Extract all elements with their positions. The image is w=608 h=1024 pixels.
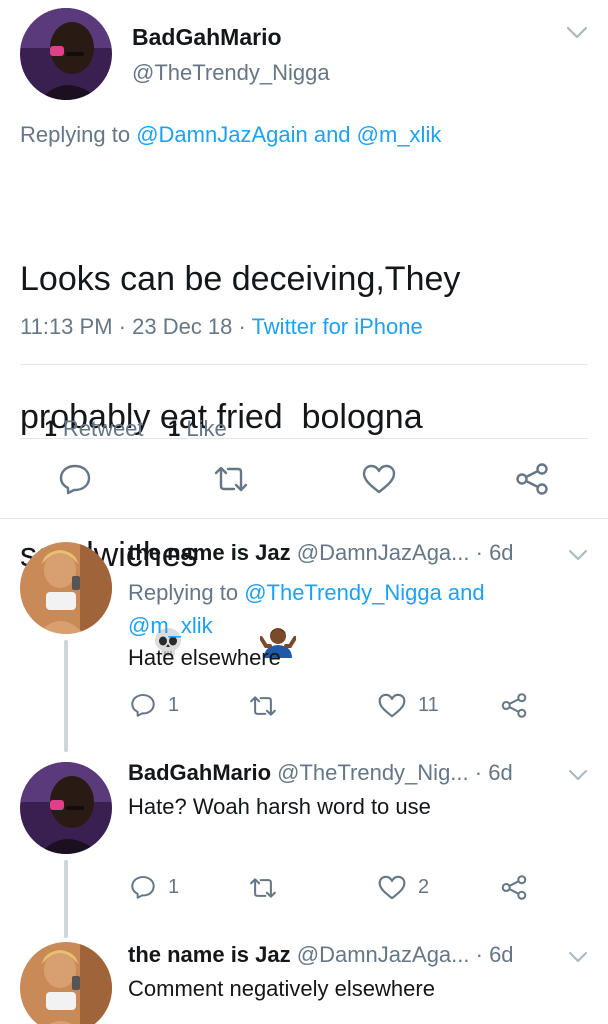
reply-button[interactable]: [58, 462, 92, 496]
reply-user-link[interactable]: @m_xlik: [128, 613, 213, 638]
author-name[interactable]: the name is Jaz: [128, 540, 291, 565]
like-button[interactable]: [362, 464, 396, 494]
share-button[interactable]: [500, 874, 528, 901]
author-name[interactable]: BadGahMario: [132, 24, 282, 51]
chevron-down-icon[interactable]: [568, 950, 588, 968]
reply-icon: [131, 876, 155, 899]
reply-icon: [131, 694, 155, 717]
like-button[interactable]: 11: [378, 693, 439, 718]
tweet-timestamp: 11:13 PM · 23 Dec 18 · Twitter for iPhon…: [20, 314, 423, 339]
like-count: 11: [418, 694, 439, 716]
tweet-date[interactable]: 23 Dec 18: [132, 314, 232, 339]
tweet-text: Hate? Woah harsh word to use: [128, 794, 431, 819]
like-button[interactable]: 2: [378, 875, 429, 900]
divider: [20, 364, 588, 365]
replying-to: Replying to @DamnJazAgain and @m_xlik: [20, 122, 441, 148]
author-handle[interactable]: @TheTrendy_Nigga: [132, 60, 330, 86]
thread-line: [64, 640, 68, 752]
reply-user-link[interactable]: @DamnJazAgain: [136, 122, 308, 147]
engagement-stats: 1 Retweet 1 Like: [20, 390, 226, 468]
tweet-age: · 6d: [475, 540, 514, 565]
divider: [0, 518, 608, 519]
thread-line: [64, 860, 68, 938]
retweet-button[interactable]: [248, 694, 278, 718]
reply-header: BadGahMario @TheTrendy_Nig... · 6d: [128, 760, 513, 786]
chevron-down-icon[interactable]: [568, 548, 588, 566]
author-handle[interactable]: @DamnJazAga...: [297, 540, 470, 565]
reply-and: and: [307, 122, 357, 147]
avatar[interactable]: [20, 542, 112, 634]
reply-header: the name is Jaz @DamnJazAga... · 6d: [128, 942, 514, 968]
author-name[interactable]: the name is Jaz: [128, 942, 291, 967]
retweet-icon: [250, 878, 276, 898]
replying-to: Replying to @TheTrendy_Nigga and @m_xlik: [128, 580, 485, 638]
avatar[interactable]: [20, 762, 112, 854]
author-name[interactable]: BadGahMario: [128, 760, 271, 785]
chevron-down-icon[interactable]: [568, 768, 588, 786]
reply-button[interactable]: 1: [130, 874, 179, 900]
chevron-down-icon[interactable]: [566, 26, 588, 45]
heart-icon: [378, 875, 406, 900]
tweet-text: Hate elsewhere: [128, 645, 281, 670]
share-button[interactable]: [514, 462, 550, 496]
like-count: 2: [418, 876, 430, 898]
share-button[interactable]: [500, 692, 528, 719]
retweet-button[interactable]: [212, 464, 250, 494]
retweet-button[interactable]: [248, 876, 278, 900]
retweet-icon: [250, 696, 276, 716]
share-icon: [501, 875, 527, 900]
heart-icon: [378, 693, 406, 718]
author-handle[interactable]: @TheTrendy_Nig...: [277, 760, 468, 785]
share-icon: [516, 463, 548, 495]
avatar[interactable]: [20, 942, 112, 1024]
reply-count: 1: [168, 875, 180, 898]
retweet-icon: [214, 466, 248, 492]
reply-header: the name is Jaz @DamnJazAga... · 6d: [128, 540, 514, 566]
reply-icon: [59, 464, 91, 495]
heart-icon: [362, 464, 396, 494]
tweet-text-line: Looks can be deceiving,They: [20, 260, 461, 298]
reply-count: 1: [168, 693, 180, 716]
tweet-source[interactable]: Twitter for iPhone: [252, 314, 423, 339]
tweet-age: · 6d: [474, 760, 513, 785]
tweet-age: · 6d: [475, 942, 514, 967]
replying-prefix: Replying to: [20, 122, 137, 147]
tweet-text: Comment negatively elsewhere: [128, 976, 435, 1001]
author-handle[interactable]: @DamnJazAga...: [297, 942, 470, 967]
reply-user-link[interactable]: @TheTrendy_Nigga: [244, 580, 442, 605]
tweet-time[interactable]: 11:13 PM: [20, 314, 113, 339]
divider: [20, 438, 588, 439]
reply-user-link[interactable]: @m_xlik: [357, 122, 442, 147]
avatar[interactable]: [20, 8, 112, 100]
share-icon: [501, 693, 527, 718]
reply-button[interactable]: 1: [130, 692, 179, 718]
tweet-text: Looks can be deceiving,They probably eat…: [20, 164, 460, 854]
